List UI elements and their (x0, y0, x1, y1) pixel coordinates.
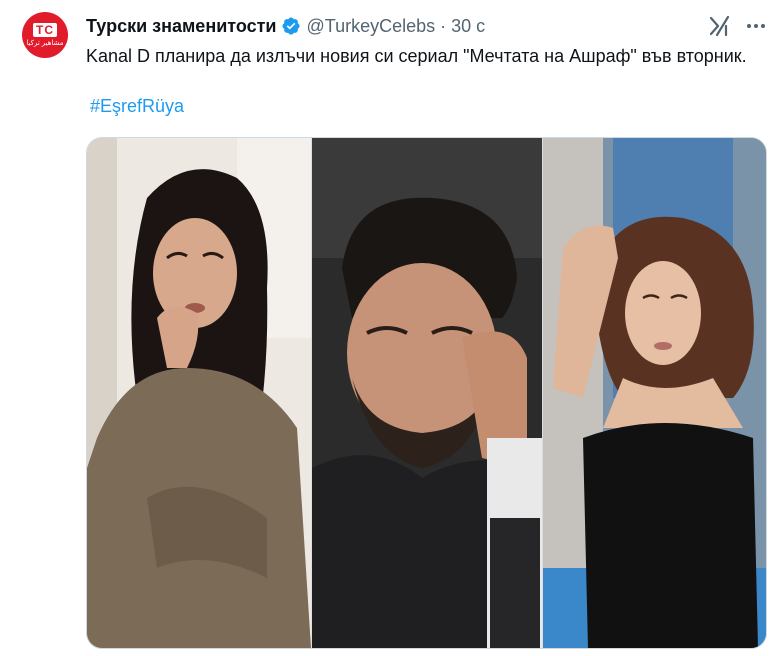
avatar-logo-mark: TC (33, 22, 57, 37)
avatar-logo-subtitle: مشاهير تركيا (26, 39, 64, 47)
author-handle[interactable]: @TurkeyCelebs (307, 16, 436, 37)
avatar[interactable]: TC مشاهير تركيا (22, 12, 68, 58)
media-grid[interactable] (86, 137, 767, 649)
photo-woman-dark-hair[interactable] (87, 138, 311, 648)
grok-icon[interactable] (708, 14, 732, 38)
timestamp[interactable]: 30 с (451, 16, 485, 37)
more-options-icon[interactable] (744, 14, 768, 38)
tweet-text: Kanal D планира да излъчи новия си сериа… (86, 46, 747, 66)
tweet-header: Турски знаменитости @TurkeyCelebs · 30 с (86, 14, 485, 38)
verified-badge-icon[interactable] (281, 16, 301, 36)
photo-woman-wavy-hair[interactable] (543, 138, 766, 648)
tweet-card[interactable]: TC مشاهير تركيا Турски знаменитости @Tur… (0, 0, 779, 656)
photo-man-beard[interactable] (312, 138, 542, 648)
hashtag-link[interactable]: #EşrefRüya (90, 96, 184, 117)
author-name[interactable]: Турски знаменитости (86, 16, 277, 37)
separator-dot: · (440, 15, 447, 36)
